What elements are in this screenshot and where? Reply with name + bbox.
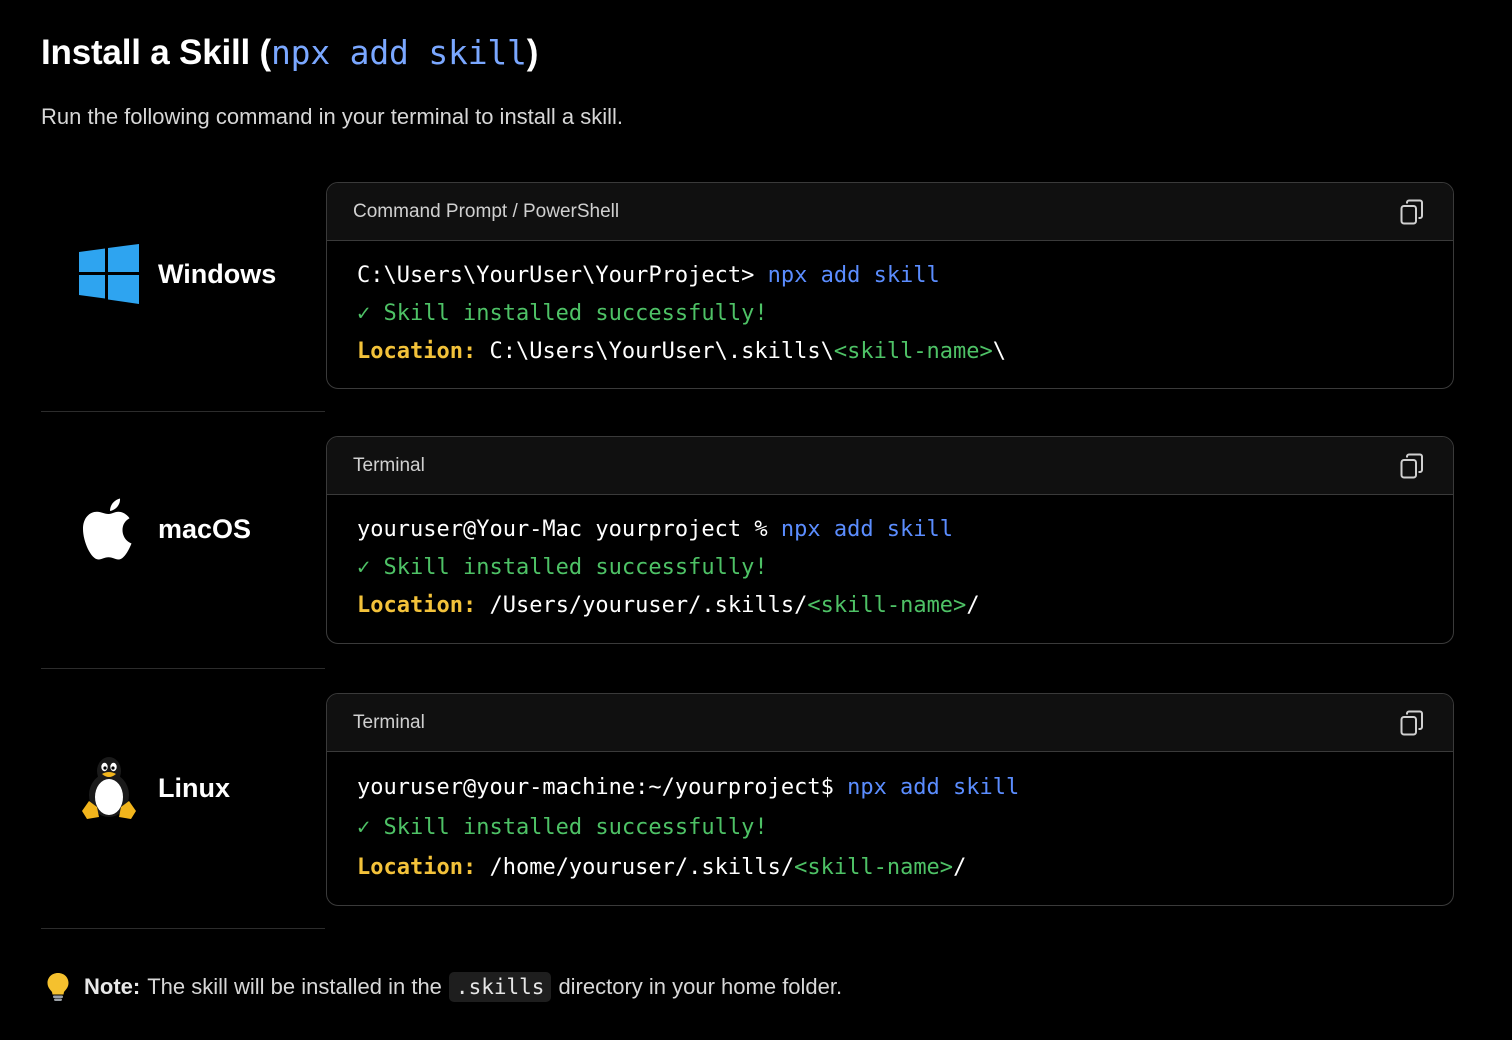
terminal-output: C:\Users\YourUser\YourProject> npx add s… — [327, 241, 1453, 371]
apple-logo-icon — [78, 498, 140, 560]
terminal-card-title: Terminal — [353, 454, 425, 476]
location-path: /Users/youruser/.skills/ — [476, 593, 808, 618]
location-suffix: \ — [992, 339, 1007, 364]
location-line: Location: /Users/youruser/.skills/<skill… — [357, 587, 1423, 625]
os-name-windows: Windows — [158, 258, 277, 289]
page-title-close: ) — [526, 33, 539, 72]
prompt-text: C:\Users\YourUser\YourProject> — [357, 263, 768, 288]
skill-name-placeholder: <skill-name> — [807, 593, 967, 618]
terminal-output: youruser@Your-Mac yourproject % npx add … — [327, 495, 1453, 625]
os-name-linux: Linux — [158, 772, 230, 803]
command-line: youruser@your-machine:~/yourproject$ npx… — [357, 768, 1423, 808]
terminal-output: youruser@your-machine:~/yourproject$ npx… — [327, 752, 1453, 888]
copy-icon — [1400, 453, 1423, 478]
location-line: Location: /home/youruser/.skills/<skill-… — [357, 848, 1423, 888]
terminal-card-header: Terminal — [327, 437, 1453, 495]
location-line: Location: C:\Users\YourUser\.skills\<ski… — [357, 333, 1423, 371]
location-suffix: / — [953, 855, 967, 880]
windows-logo-icon — [78, 243, 140, 305]
page-subtitle: Run the following command in your termin… — [41, 104, 624, 129]
success-line: ✓ Skill installed successfully! — [357, 301, 768, 326]
note-label: Note: — [84, 974, 141, 999]
copy-icon — [1400, 199, 1423, 224]
skill-name-placeholder: <skill-name> — [794, 855, 954, 880]
location-label: Location: — [357, 855, 477, 880]
terminal-card-windows: Command Prompt / PowerShell C:\Users\You… — [326, 182, 1454, 389]
os-name-macos: macOS — [158, 513, 252, 544]
terminal-card-title: Terminal — [353, 711, 425, 733]
note-text-after: directory in your home folder. — [558, 974, 843, 999]
copy-icon — [1400, 710, 1423, 735]
divider — [41, 411, 325, 412]
note-text-before: The skill will be installed in the — [147, 974, 442, 999]
page-title-code: npx add skill — [271, 33, 527, 72]
divider — [41, 928, 325, 929]
lightbulb-icon — [46, 972, 70, 1002]
os-label-windows: Windows — [78, 243, 276, 305]
terminal-card-header: Command Prompt / PowerShell — [327, 183, 1453, 241]
command-line: youruser@Your-Mac yourproject % npx add … — [357, 511, 1423, 549]
os-label-macos: macOS — [78, 498, 251, 560]
copy-button[interactable] — [1397, 197, 1427, 227]
linux-tux-icon — [78, 757, 140, 819]
success-line: ✓ Skill installed successfully! — [357, 815, 768, 840]
skill-name-placeholder: <skill-name> — [833, 339, 993, 364]
command-line: C:\Users\YourUser\YourProject> npx add s… — [357, 257, 1423, 295]
copy-button[interactable] — [1397, 708, 1427, 738]
location-suffix: / — [966, 593, 980, 618]
success-line: ✓ Skill installed successfully! — [357, 555, 768, 580]
command-text: npx add skill — [780, 517, 954, 542]
prompt-text: youruser@Your-Mac yourproject % — [357, 517, 781, 542]
location-path: /home/youruser/.skills/ — [476, 855, 795, 880]
prompt-text: youruser@your-machine:~/yourproject$ — [357, 775, 848, 800]
page-title-text: Install a Skill ( — [41, 33, 272, 72]
page-title: Install a Skill (npx add skill) — [41, 33, 538, 73]
os-label-linux: Linux — [78, 757, 230, 819]
divider — [41, 668, 325, 669]
location-label: Location: — [357, 593, 477, 618]
terminal-card-macos: Terminal youruser@Your-Mac yourproject %… — [326, 436, 1454, 644]
terminal-card-title: Command Prompt / PowerShell — [353, 200, 620, 222]
command-text: npx add skill — [847, 775, 1020, 800]
note-inline-code: .skills — [448, 972, 552, 1002]
terminal-card-header: Terminal — [327, 694, 1453, 752]
terminal-card-linux: Terminal youruser@your-machine:~/yourpro… — [326, 693, 1454, 906]
copy-button[interactable] — [1397, 451, 1427, 481]
command-text: npx add skill — [767, 263, 940, 288]
location-path: C:\Users\YourUser\.skills\ — [476, 339, 834, 364]
location-label: Location: — [357, 339, 477, 364]
note: Note: The skill will be installed in the… — [46, 972, 842, 1002]
